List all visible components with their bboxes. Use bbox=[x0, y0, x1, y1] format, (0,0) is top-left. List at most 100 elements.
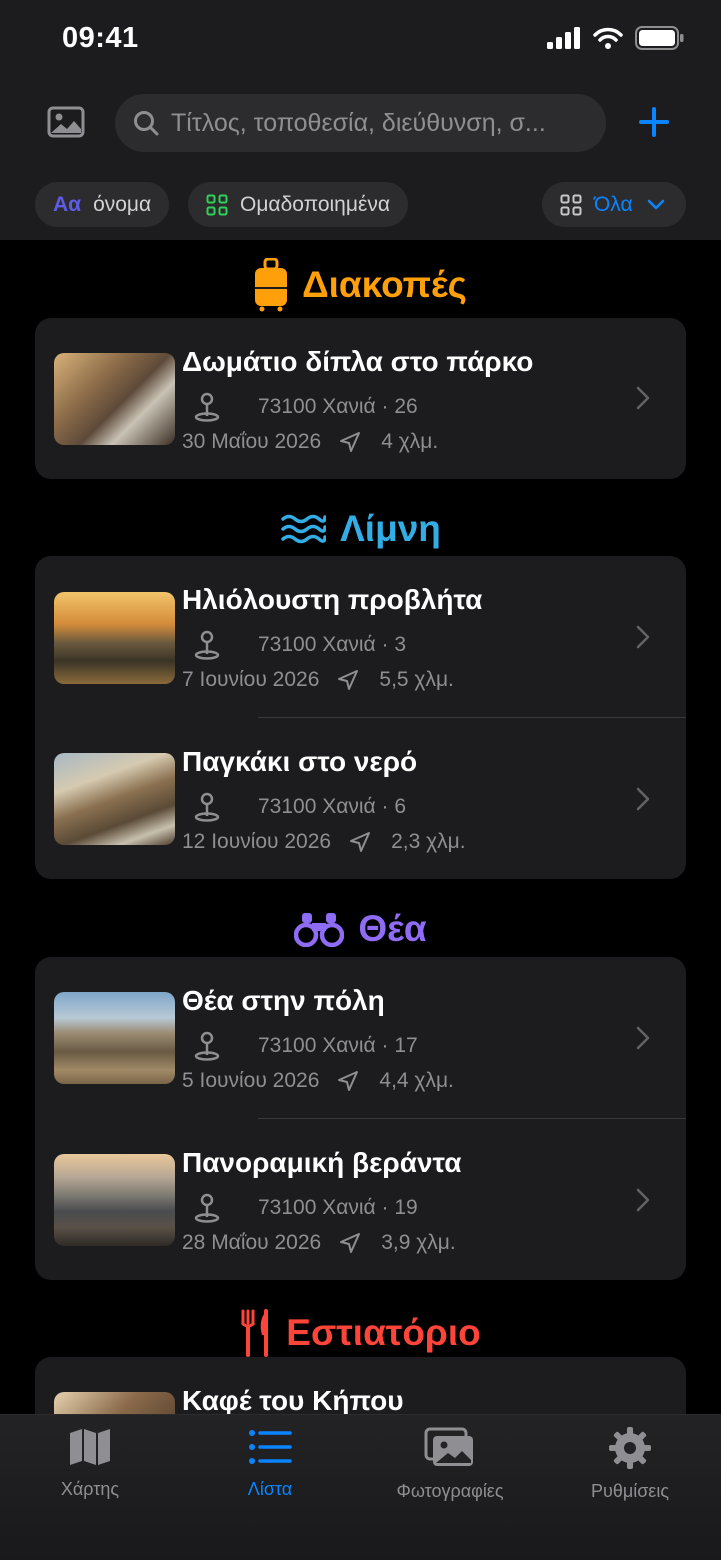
item-meta: 7 Ιουνίου 2026 5,5 χλμ. bbox=[182, 668, 454, 692]
search-icon bbox=[134, 111, 159, 136]
item-location-text: 73100 Χανιά · 26 bbox=[258, 395, 418, 418]
scope-label: Όλα bbox=[594, 192, 633, 216]
add-button[interactable] bbox=[632, 100, 676, 144]
location-arrow-icon bbox=[350, 832, 371, 852]
item-location-text: 73100 Χανιά · 19 bbox=[258, 1196, 418, 1219]
item-distance: 4,4 χλμ. bbox=[379, 1069, 454, 1092]
item-meta: 28 Μαΐου 2026 3,9 χλμ. bbox=[182, 1231, 456, 1255]
item-title: Παγκάκι στο νερό bbox=[182, 746, 418, 777]
tab-list[interactable]: Λίστα bbox=[180, 1427, 360, 1500]
status-icons bbox=[547, 26, 685, 50]
section-title: Εστιατόριο bbox=[286, 1312, 481, 1353]
list-item[interactable]: Παγκάκι στο νερό 73100 Χανιά · 6 12 Ιουν… bbox=[35, 718, 686, 878]
search-input[interactable]: Τίτλος, τοποθεσία, διεύθυνση, σ... bbox=[171, 109, 571, 138]
suitcase-icon bbox=[255, 258, 288, 312]
location-arrow-icon bbox=[340, 432, 361, 452]
item-meta: 30 Μαΐου 2026 4 χλμ. bbox=[182, 430, 438, 454]
item-date: 12 Ιουνίου 2026 bbox=[182, 830, 332, 853]
tab-label: Χάρτης bbox=[60, 1479, 120, 1499]
item-meta: 12 Ιουνίου 2026 2,3 χλμ. bbox=[182, 830, 466, 854]
sort-chip[interactable]: Aα όνομα bbox=[35, 182, 170, 227]
chevron-right-icon bbox=[636, 1188, 650, 1212]
section-header-view: Θέα bbox=[0, 908, 721, 950]
map-pin-icon bbox=[194, 630, 220, 660]
item-title: Καφέ του Κήπου bbox=[182, 1385, 404, 1416]
section-card-vacation: Δωμάτιο δίπλα στο πάρκο 73100 Χανιά · 26… bbox=[35, 318, 686, 479]
chevron-right-icon bbox=[636, 1026, 650, 1050]
chevron-right-icon bbox=[636, 386, 650, 410]
section-header-restaurant: Εστιατόριο bbox=[0, 1309, 721, 1357]
section-title: Λίμνη bbox=[340, 508, 441, 549]
map-pin-icon bbox=[194, 1031, 220, 1061]
item-distance: 3,9 χλμ. bbox=[381, 1231, 456, 1254]
location-arrow-icon bbox=[340, 1233, 361, 1253]
item-location: 73100 Χανιά · 6 bbox=[182, 792, 406, 822]
grid-icon bbox=[560, 194, 582, 215]
status-bar: 09:41 bbox=[0, 0, 721, 80]
item-title: Ηλιόλουστη προβλήτα bbox=[182, 584, 483, 615]
item-title: Πανοραμική βεράντα bbox=[182, 1147, 462, 1178]
binoculars-icon bbox=[294, 913, 345, 947]
tab-label: Λίστα bbox=[247, 1479, 293, 1499]
fork-knife-icon bbox=[241, 1309, 269, 1357]
item-date: 30 Μαΐου 2026 bbox=[182, 430, 322, 453]
item-distance: 4 χλμ. bbox=[381, 430, 439, 453]
item-title: Δωμάτιο δίπλα στο πάρκο bbox=[182, 346, 534, 377]
map-pin-icon bbox=[194, 1193, 220, 1223]
list-item[interactable]: Πανοραμική βεράντα 73100 Χανιά · 19 28 Μ… bbox=[35, 1119, 686, 1279]
section-card-view: Θέα στην πόλη 73100 Χανιά · 17 5 Ιουνίου… bbox=[35, 957, 686, 1280]
photo-filter-button[interactable] bbox=[44, 100, 88, 144]
item-distance: 5,5 χλμ. bbox=[379, 668, 454, 691]
list-item[interactable]: Ηλιόλουστη προβλήτα 73100 Χανιά · 3 7 Ιο… bbox=[35, 556, 686, 716]
list-icon bbox=[249, 1430, 292, 1464]
item-location-text: 73100 Χανιά · 3 bbox=[258, 633, 407, 656]
map-pin-icon bbox=[194, 792, 220, 822]
chevron-down-icon bbox=[647, 199, 664, 209]
grid-icon bbox=[206, 194, 228, 215]
screen: 09:41 Τίτλος, τοποθεσία, διεύθυνση, σ...… bbox=[0, 0, 721, 1560]
group-label: Ομαδοποιημένα bbox=[240, 192, 390, 216]
item-thumbnail bbox=[54, 1154, 175, 1246]
cellular-signal-icon bbox=[547, 27, 580, 49]
item-title: Θέα στην πόλη bbox=[182, 985, 385, 1016]
item-thumbnail bbox=[54, 592, 175, 684]
item-meta: 5 Ιουνίου 2026 4,4 χλμ. bbox=[182, 1069, 454, 1093]
tab-label: Ρυθμίσεις bbox=[590, 1481, 670, 1501]
section-title: Διακοπές bbox=[302, 264, 467, 305]
search-bar[interactable]: Τίτλος, τοποθεσία, διεύθυνση, σ... bbox=[115, 94, 606, 152]
sort-prefix: Aα bbox=[53, 192, 82, 216]
wifi-icon bbox=[593, 27, 623, 49]
item-date: 5 Ιουνίου 2026 bbox=[182, 1069, 320, 1092]
sort-label: όνομα bbox=[93, 192, 152, 216]
group-chip[interactable]: Ομαδοποιημένα bbox=[188, 182, 408, 227]
section-title: Θέα bbox=[358, 908, 427, 949]
tab-settings[interactable]: Ρυθμίσεις bbox=[540, 1427, 720, 1502]
item-location: 73100 Χανιά · 17 bbox=[182, 1031, 418, 1061]
top-bar: 09:41 Τίτλος, τοποθεσία, διεύθυνση, σ...… bbox=[0, 0, 721, 240]
section-card-lake: Ηλιόλουστη προβλήτα 73100 Χανιά · 3 7 Ιο… bbox=[35, 556, 686, 879]
item-location: 73100 Χανιά · 19 bbox=[182, 1193, 418, 1223]
item-thumbnail bbox=[54, 353, 175, 445]
scope-chip[interactable]: Όλα bbox=[542, 182, 686, 227]
tab-photos[interactable]: Φωτογραφίες bbox=[360, 1427, 540, 1502]
photo-icon bbox=[47, 106, 85, 138]
item-date: 28 Μαΐου 2026 bbox=[182, 1231, 322, 1254]
chevron-right-icon bbox=[636, 625, 650, 649]
chevron-right-icon bbox=[636, 787, 650, 811]
item-location: 73100 Χανιά · 26 bbox=[182, 392, 418, 422]
list-item[interactable]: Θέα στην πόλη 73100 Χανιά · 17 5 Ιουνίου… bbox=[35, 957, 686, 1117]
tab-map[interactable]: Χάρτης bbox=[0, 1427, 180, 1500]
item-date: 7 Ιουνίου 2026 bbox=[182, 668, 320, 691]
item-thumbnail bbox=[54, 753, 175, 845]
map-icon bbox=[70, 1429, 110, 1465]
location-arrow-icon bbox=[338, 670, 359, 690]
map-pin-icon bbox=[194, 392, 220, 422]
gear-icon bbox=[609, 1427, 651, 1469]
item-distance: 2,3 χλμ. bbox=[391, 830, 466, 853]
tab-bar: Χάρτης Λίστα Φωτογραφίες Ρυθμίσεις bbox=[0, 1414, 721, 1560]
section-header-lake: Λίμνη bbox=[0, 508, 721, 550]
status-time: 09:41 bbox=[62, 22, 139, 54]
water-waves-icon bbox=[281, 514, 327, 544]
photos-icon bbox=[424, 1427, 473, 1466]
list-item[interactable]: Δωμάτιο δίπλα στο πάρκο 73100 Χανιά · 26… bbox=[35, 318, 686, 478]
